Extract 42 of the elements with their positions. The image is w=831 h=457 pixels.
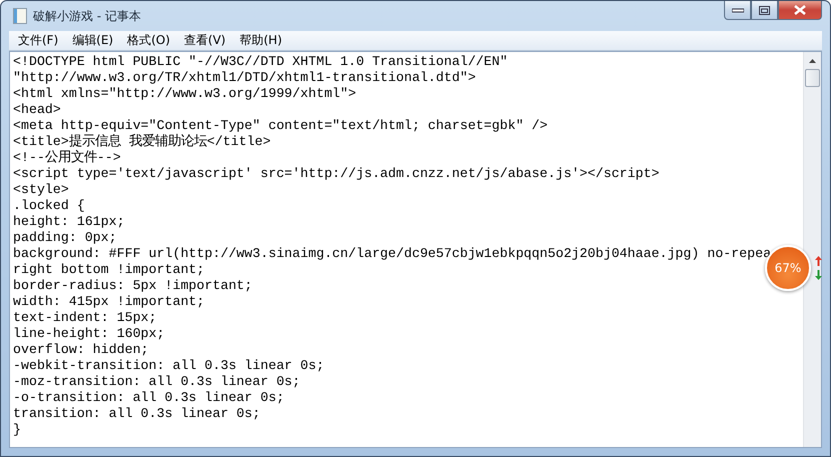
- up-arrow-icon: [815, 256, 822, 266]
- scroll-thumb[interactable]: [805, 69, 820, 87]
- code-line: <meta http-equiv="Content-Type" content="text/html; charset=gbk" />: [13, 118, 548, 134]
- window-title: 破解小游戏 - 记事本: [33, 8, 141, 24]
- menu-item[interactable]: 编辑(E): [65, 32, 120, 49]
- maximize-button[interactable]: [751, 1, 778, 20]
- notepad-icon: [13, 8, 27, 24]
- code-line: "http://www.w3.org/TR/xhtml1/DTD/xhtml1-transitional.dtd">: [13, 70, 476, 86]
- down-arrow-icon: [815, 270, 822, 280]
- menu-item[interactable]: 文件(F): [11, 32, 66, 49]
- code-line: -moz-transition: all 0.3s linear 0s;: [13, 374, 300, 390]
- code-line: line-height: 160px;: [13, 326, 165, 342]
- code-line: <title>提示信息 我爱辅助论坛</title>: [13, 134, 271, 150]
- code-line: transition: all 0.3s linear 0s;: [13, 406, 260, 422]
- code-line: <head>: [13, 102, 61, 118]
- code-line: padding: 0px;: [13, 230, 117, 246]
- code-line: overflow: hidden;: [13, 342, 149, 358]
- code-line: <!--公用文件-->: [13, 150, 121, 166]
- code-line: text-indent: 15px;: [13, 310, 157, 326]
- menu-item[interactable]: 查看(V): [177, 32, 233, 49]
- code-line: <!DOCTYPE html PUBLIC "-//W3C//DTD XHTML 1.0 Transitional//EN": [13, 54, 508, 70]
- vertical-scrollbar[interactable]: [803, 52, 821, 447]
- code-line: .locked {: [13, 198, 85, 214]
- code-line: <script type='text/javascript' src='http://js.adm.cnzz.net/js/abase.js'></script>: [13, 166, 660, 182]
- close-button[interactable]: [778, 1, 822, 20]
- code-line: -o-transition: all 0.3s linear 0s;: [13, 390, 284, 406]
- code-line: <style>: [13, 182, 69, 198]
- text-editor[interactable]: [9, 51, 822, 448]
- code-line: <html xmlns="http://www.w3.org/1999/xhtml">: [13, 86, 356, 102]
- menu-item[interactable]: 格式(O): [120, 32, 178, 49]
- close-icon: [794, 5, 806, 15]
- code-line: border-radius: 5px !important;: [13, 278, 252, 294]
- code-line: right bottom !important;: [13, 262, 205, 278]
- minimize-button[interactable]: [724, 1, 751, 20]
- code-line: width: 415px !important;: [13, 294, 205, 310]
- maximize-icon: [759, 6, 770, 14]
- menu-item[interactable]: 帮助(H): [232, 32, 289, 49]
- code-line: }: [13, 422, 21, 438]
- code-line: height: 161px;: [13, 214, 125, 230]
- caret-up-icon: [809, 58, 816, 62]
- minimize-icon: [732, 7, 744, 13]
- code-line: -webkit-transition: all 0.3s linear 0s;: [13, 358, 324, 374]
